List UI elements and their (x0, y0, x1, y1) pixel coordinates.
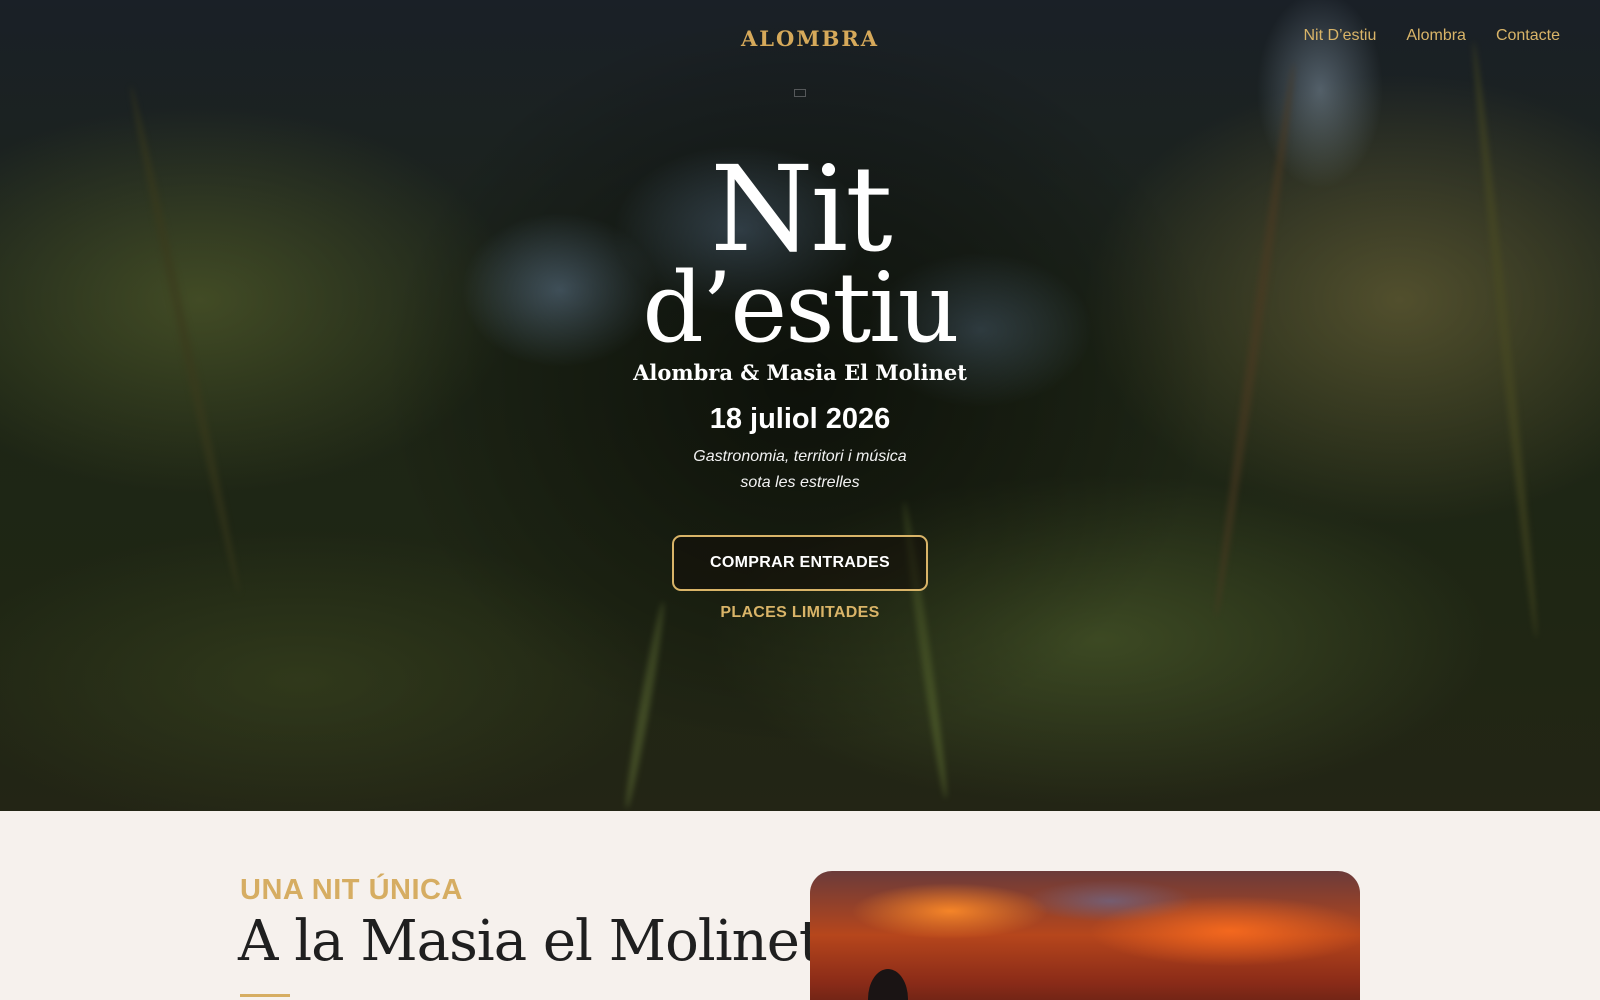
intro-section: UNA NIT ÚNICA A la Masia el Molinet (0, 811, 1600, 1000)
nav-link-contacte[interactable]: Contacte (1496, 27, 1560, 45)
nav-link-alombra[interactable]: Alombra (1406, 27, 1466, 45)
brand-logo[interactable]: ALOMBRA (741, 26, 877, 52)
hero-subtitle: Alombra & Masia El Molinet (633, 360, 967, 385)
small-badge-icon (794, 89, 806, 97)
hero-tagline: Gastronomia, territori i música sota les… (0, 444, 1600, 496)
hero-title-line2: d’estiu (642, 252, 959, 364)
tagline-line1: Gastronomia, territori i música (693, 448, 907, 465)
main-nav: Nit D’estiu Alombra Contacte (1303, 27, 1560, 45)
tagline-line2: sota les estrelles (740, 474, 860, 491)
event-date: 18 juliol 2026 (709, 403, 891, 435)
buy-tickets-button[interactable]: COMPRAR ENTRADES (672, 535, 928, 591)
section-heading: A la Masia el Molinet (238, 909, 821, 974)
sunset-photo (810, 871, 1360, 1000)
hero-title-line1: Nit (710, 140, 892, 278)
section-kicker: UNA NIT ÚNICA (240, 874, 463, 906)
tree-silhouette (868, 969, 908, 1000)
limited-places-note: PLACES LIMITADES (720, 604, 880, 621)
heading-divider (240, 994, 290, 997)
hero-section: ALOMBRA Nit D’estiu Alombra Contacte Nit… (0, 0, 1600, 811)
nav-link-nit-destiu[interactable]: Nit D’estiu (1303, 27, 1376, 45)
